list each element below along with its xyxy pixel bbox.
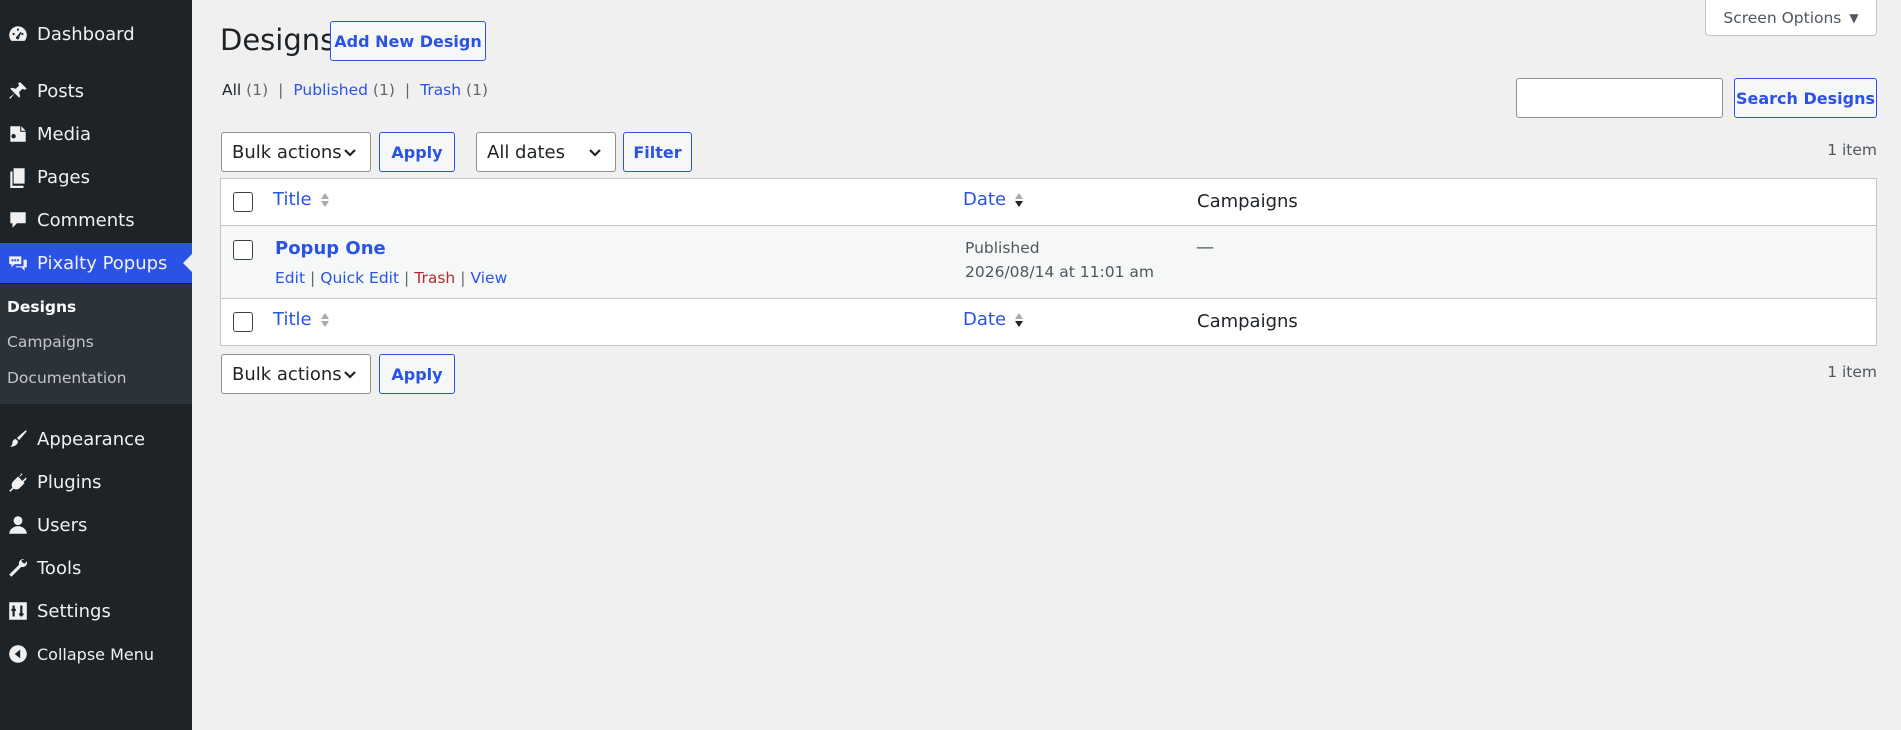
apply-button-top[interactable]: Apply [379, 132, 455, 172]
sidebar-item-label: Posts [37, 80, 85, 102]
sidebar-item-appearance[interactable]: Appearance [0, 419, 192, 459]
bulk-actions-select-bottom[interactable]: Bulk actions [221, 354, 371, 394]
table-footer: Title Date Campaigns [221, 299, 1876, 345]
submenu-item-documentation[interactable]: Documentation [7, 369, 127, 387]
pages-icon [0, 157, 36, 197]
column-title-sort[interactable]: Title [273, 189, 330, 210]
row-checkbox[interactable] [233, 240, 253, 260]
column-date-sort[interactable]: Date [963, 309, 1024, 330]
sidebar-submenu: Designs Campaigns Documentation [0, 284, 192, 404]
column-campaigns-label: Campaigns [1197, 311, 1298, 332]
sidebar-item-label: Users [37, 514, 88, 536]
filter-all[interactable]: All (1) [222, 81, 268, 99]
table-header: Title Date Campaigns [221, 179, 1876, 225]
sidebar-item-users[interactable]: Users [0, 505, 192, 545]
column-title-label: Title [273, 309, 312, 330]
screen-options-label: Screen Options [1723, 8, 1842, 27]
filter-separator: | [404, 81, 411, 99]
bulk-actions-value: Bulk actions [232, 141, 342, 163]
filter-separator: | [278, 81, 284, 99]
sort-icon [1014, 191, 1024, 209]
column-title-label: Title [273, 189, 312, 210]
comment-icon [0, 200, 36, 240]
item-count-bottom: 1 item [1827, 363, 1877, 381]
sidebar-item-label: Comments [37, 209, 135, 231]
bulk-actions-select[interactable]: Bulk actions [221, 132, 371, 172]
plugin-icon [0, 462, 36, 502]
apply-button-bottom[interactable]: Apply [379, 354, 455, 394]
sidebar-item-dashboard[interactable]: Dashboard [0, 14, 192, 54]
sidebar-item-label: Media [37, 123, 92, 145]
sort-icon [320, 311, 330, 329]
sidebar-item-label: Pages [37, 166, 90, 188]
media-icon [0, 114, 36, 154]
pin-icon [0, 71, 36, 111]
chevron-down-icon [342, 144, 358, 160]
sidebar-item-label: Pixalty Popups [37, 252, 168, 274]
sort-icon [1014, 311, 1024, 329]
sort-icon [320, 191, 330, 209]
column-date-label: Date [963, 189, 1007, 210]
item-count-top: 1 item [1827, 141, 1877, 159]
select-all-checkbox[interactable] [233, 312, 253, 332]
submenu-item-designs[interactable]: Designs [7, 298, 76, 316]
sidebar-item-media[interactable]: Media [0, 114, 192, 154]
page-title: Designs [220, 23, 336, 57]
sidebar-item-pixalty-popups[interactable]: Pixalty Popups [0, 243, 192, 283]
sidebar-item-label: Plugins [37, 471, 102, 493]
triangle-down-icon: ▼ [1849, 10, 1859, 25]
wrench-icon [0, 548, 36, 588]
view-link[interactable]: View [470, 269, 507, 287]
sidebar-item-posts[interactable]: Posts [0, 71, 192, 111]
trash-link[interactable]: Trash [414, 269, 455, 287]
chat-bubbles-icon [0, 243, 36, 283]
filter-published[interactable]: Published (1) [293, 81, 395, 99]
admin-sidebar: Dashboard Posts Media Pages Comments Pix… [0, 0, 192, 730]
sidebar-item-label: Settings [37, 600, 111, 622]
select-all-checkbox[interactable] [233, 192, 253, 212]
row-campaigns: — [1196, 237, 1214, 258]
sidebar-item-plugins[interactable]: Plugins [0, 462, 192, 502]
table-row: Popup One Edit | Quick Edit | Trash | View … [221, 225, 1876, 299]
column-campaigns-label: Campaigns [1197, 191, 1298, 212]
search-designs-button[interactable]: Search Designs [1734, 78, 1877, 118]
collapse-menu-button[interactable]: Collapse Menu [0, 634, 192, 674]
sidebar-item-settings[interactable]: Settings [0, 591, 192, 631]
dashboard-icon [0, 14, 36, 54]
user-icon [0, 505, 36, 545]
column-date-label: Date [963, 309, 1007, 330]
column-title-sort[interactable]: Title [273, 309, 330, 330]
sidebar-item-label: Tools [37, 557, 82, 579]
chevron-down-icon [342, 366, 358, 382]
bulk-actions-value: Bulk actions [232, 363, 342, 385]
row-date: 2026/08/14 at 11:01 am [965, 263, 1154, 281]
sliders-icon [0, 591, 36, 631]
sidebar-item-tools[interactable]: Tools [0, 548, 192, 588]
add-new-design-button[interactable]: Add New Design [330, 21, 486, 61]
search-input[interactable] [1516, 78, 1723, 118]
edit-link[interactable]: Edit [275, 269, 305, 287]
row-actions: Edit | Quick Edit | Trash | View [275, 269, 508, 287]
filter-button[interactable]: Filter [623, 132, 692, 172]
sidebar-item-comments[interactable]: Comments [0, 200, 192, 240]
collapse-menu-label: Collapse Menu [37, 644, 155, 664]
row-status: Published [965, 239, 1040, 257]
row-title-link[interactable]: Popup One [275, 238, 386, 259]
screen-options-button[interactable]: Screen Options ▼ [1705, 0, 1877, 36]
status-filters: All (1) | Published (1) | Trash (1) [222, 81, 488, 99]
sidebar-item-pages[interactable]: Pages [0, 157, 192, 197]
sidebar-item-label: Appearance [37, 428, 146, 450]
submenu-item-campaigns[interactable]: Campaigns [7, 333, 94, 351]
sidebar-item-label: Dashboard [37, 23, 135, 45]
dates-value: All dates [487, 141, 566, 163]
chevron-down-icon [587, 144, 603, 160]
quick-edit-link[interactable]: Quick Edit [320, 269, 399, 287]
paintbrush-icon [0, 419, 36, 459]
filter-trash[interactable]: Trash (1) [420, 81, 488, 99]
column-date-sort[interactable]: Date [963, 189, 1024, 210]
dates-select[interactable]: All dates [476, 132, 616, 172]
collapse-icon [0, 634, 36, 674]
